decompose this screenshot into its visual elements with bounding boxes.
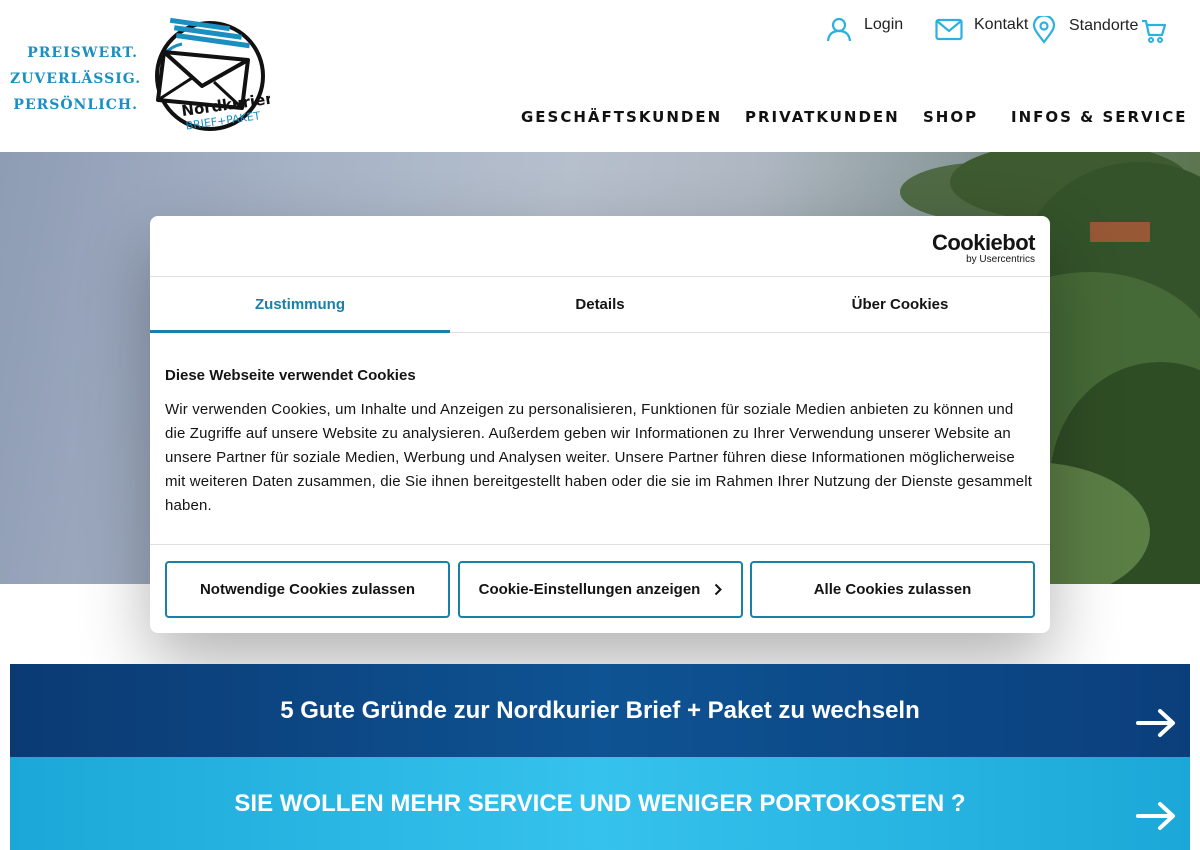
- envelope-logo-icon: Nordkurier BRIEF+PAKET: [155, 17, 274, 133]
- arrow-right-icon: [1136, 802, 1175, 830]
- cookie-heading: Diese Webseite verwendet Cookies: [165, 367, 416, 384]
- arrow-right-icon: [1136, 709, 1175, 737]
- tab-details[interactable]: Details: [450, 277, 750, 332]
- nav-infos-service[interactable]: INFOS & SERVICE: [1011, 108, 1188, 126]
- allow-all-label: Alle Cookies zulassen: [813, 581, 972, 598]
- allow-necessary-label: Notwendige Cookies zulassen: [199, 581, 416, 598]
- show-cookie-settings-button[interactable]: Cookie-Einstellungen anzeigen: [458, 561, 743, 618]
- banner-service[interactable]: SIE WOLLEN MEHR SERVICE UND WENIGER PORT…: [10, 757, 1190, 850]
- standorte-link[interactable]: Standorte: [1032, 16, 1138, 44]
- nav-geschaeftskunden[interactable]: GESCHÄFTSKUNDEN: [521, 108, 722, 126]
- allow-all-cookies-button[interactable]: Alle Cookies zulassen: [750, 561, 1035, 618]
- standorte-label: Standorte: [1069, 17, 1139, 34]
- location-pin-icon: [1032, 16, 1056, 44]
- site-header: PREISWERT. ZUVERLÄSSIG. PERSÖNLICH. Nord…: [0, 0, 1200, 152]
- cookiebot-name: Cookiebot: [931, 230, 1036, 255]
- nordkurier-logo[interactable]: Nordkurier BRIEF+PAKET: [152, 16, 274, 136]
- cart-link[interactable]: [1141, 18, 1167, 49]
- user-icon: [826, 17, 852, 42]
- show-settings-label: Cookie-Einstellungen anzeigen: [478, 581, 701, 598]
- shopping-cart-icon: [1142, 19, 1167, 43]
- tab-ueber-cookies[interactable]: Über Cookies: [750, 277, 1050, 332]
- slogan-line-3: PERSÖNLICH.: [13, 97, 138, 113]
- mail-icon: [935, 18, 963, 41]
- cookiebot-sub: by Usercentrics: [966, 254, 1035, 265]
- nav-privatkunden[interactable]: PRIVATKUNDEN: [745, 108, 900, 126]
- kontakt-link[interactable]: Kontakt: [935, 16, 1028, 42]
- tab-zustimmung[interactable]: Zustimmung: [150, 277, 450, 333]
- allow-necessary-cookies-button[interactable]: Notwendige Cookies zulassen: [165, 561, 450, 618]
- nav-shop[interactable]: SHOP: [923, 108, 978, 126]
- cookie-body: Diese Webseite verwendet Cookies Wir ver…: [150, 333, 1050, 545]
- cookie-text: Wir verwenden Cookies, um Inhalte und An…: [165, 401, 1033, 514]
- cookie-tabs: Zustimmung Details Über Cookies: [150, 277, 1050, 333]
- cookiebot-logo: Cookiebot by Usercentrics: [931, 230, 1036, 265]
- cookie-buttons: Notwendige Cookies zulassen Cookie-Einst…: [165, 561, 1035, 618]
- banner-service-text: SIE WOLLEN MEHR SERVICE UND WENIGER PORT…: [234, 789, 966, 817]
- cookie-consent-dialog: Cookiebot by Usercentrics Zustimmung Det…: [150, 216, 1050, 633]
- banner-reasons-text: 5 Gute Gründe zur Nordkurier Brief + Pak…: [280, 696, 920, 724]
- banner-reasons[interactable]: 5 Gute Gründe zur Nordkurier Brief + Pak…: [10, 664, 1190, 757]
- login-link[interactable]: Login: [826, 16, 903, 42]
- page: PREISWERT. ZUVERLÄSSIG. PERSÖNLICH. Nord…: [0, 0, 1200, 850]
- slogan-line-2: ZUVERLÄSSIG.: [10, 71, 142, 87]
- kontakt-label: Kontakt: [974, 16, 1029, 33]
- cookie-dialog-header: Cookiebot by Usercentrics: [150, 216, 1050, 277]
- slogan-line-1: PREISWERT.: [27, 45, 138, 61]
- login-label: Login: [864, 16, 904, 33]
- chevron-right-icon: [715, 583, 723, 596]
- slogan: PREISWERT. ZUVERLÄSSIG. PERSÖNLICH.: [10, 40, 142, 118]
